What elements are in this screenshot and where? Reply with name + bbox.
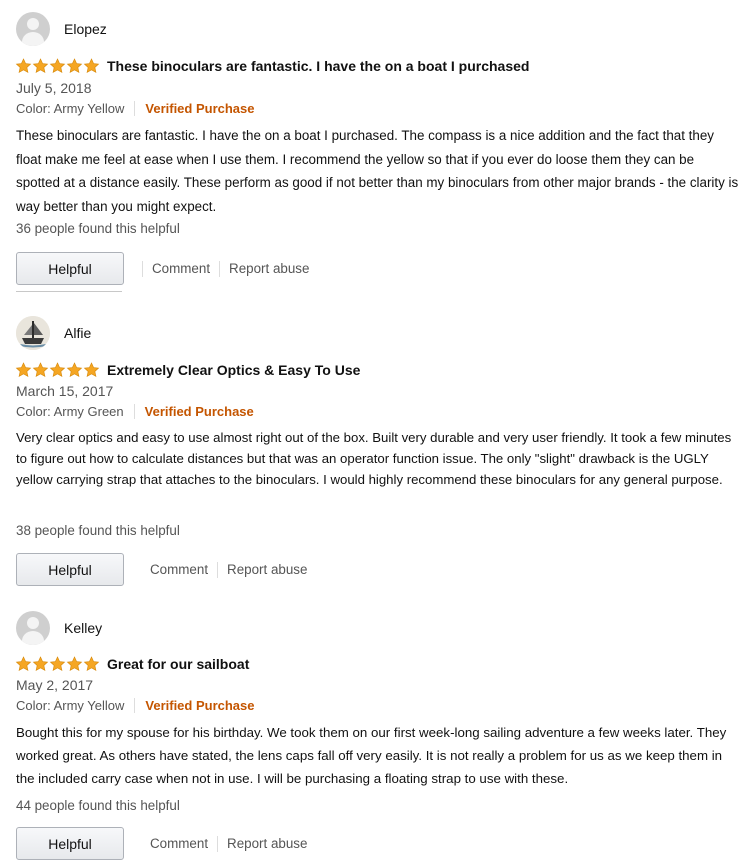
star-rating[interactable]	[15, 656, 100, 672]
review-body: Very clear optics and easy to use almost…	[16, 430, 732, 487]
star-rating[interactable]	[15, 362, 100, 378]
star-icon	[32, 656, 49, 671]
comment-link[interactable]: Comment	[150, 836, 208, 851]
star-icon	[66, 362, 83, 377]
star-icon	[15, 58, 32, 73]
helpful-count: 36 people found this helpful	[16, 221, 180, 236]
comment-link[interactable]: Comment	[150, 562, 208, 577]
variant-link[interactable]: Color: Army Yellow	[16, 101, 124, 116]
reviewer-profile[interactable]: Alfie	[16, 316, 91, 350]
star-icon	[32, 58, 49, 73]
review-title[interactable]: Extremely Clear Optics & Easy To Use	[107, 362, 360, 378]
divider	[217, 835, 219, 852]
star-rating[interactable]	[15, 58, 100, 74]
divider	[217, 561, 219, 578]
divider	[134, 698, 136, 713]
star-icon	[66, 656, 83, 671]
review-date: March 15, 2017	[16, 383, 114, 399]
verified-purchase-badge: Verified Purchase	[145, 101, 255, 116]
star-icon	[49, 362, 66, 377]
reviewer-profile[interactable]: Kelley	[16, 611, 102, 645]
review-title[interactable]: Great for our sailboat	[107, 656, 249, 672]
helpful-button[interactable]: Helpful	[16, 827, 124, 860]
comment-link[interactable]: Comment	[152, 261, 210, 276]
helpful-count: 44 people found this helpful	[16, 798, 180, 813]
divider	[16, 291, 122, 292]
divider	[142, 260, 143, 277]
divider	[219, 260, 221, 277]
reviewer-name[interactable]: Alfie	[64, 325, 91, 341]
reviewer-profile[interactable]: Elopez	[16, 12, 107, 46]
review-date: July 5, 2018	[16, 80, 92, 96]
star-icon	[49, 58, 66, 73]
star-icon	[83, 58, 100, 73]
report-abuse-link[interactable]: Report abuse	[227, 562, 307, 577]
verified-purchase-badge: Verified Purchase	[144, 404, 254, 419]
star-icon	[83, 656, 100, 671]
report-abuse-link[interactable]: Report abuse	[229, 261, 309, 276]
star-icon	[66, 58, 83, 73]
review-title[interactable]: These binoculars are fantastic. I have t…	[107, 58, 529, 74]
star-icon	[49, 656, 66, 671]
reviewer-name[interactable]: Elopez	[64, 21, 107, 37]
divider	[133, 404, 135, 419]
report-abuse-link[interactable]: Report abuse	[227, 836, 307, 851]
star-icon	[32, 362, 49, 377]
variant-link[interactable]: Color: Army Green	[16, 404, 124, 419]
variant-link[interactable]: Color: Army Yellow	[16, 698, 124, 713]
default-avatar-icon	[16, 611, 50, 645]
helpful-button[interactable]: Helpful	[16, 252, 124, 285]
review-date: May 2, 2017	[16, 677, 94, 693]
verified-purchase-badge: Verified Purchase	[145, 698, 255, 713]
reviewer-name[interactable]: Kelley	[64, 620, 102, 636]
divider	[134, 101, 136, 116]
default-avatar-icon	[16, 12, 50, 46]
star-icon	[15, 656, 32, 671]
star-icon	[83, 362, 100, 377]
review-body: Bought this for my spouse for his birthd…	[16, 725, 727, 786]
ship-avatar-icon	[16, 316, 50, 350]
helpful-count: 38 people found this helpful	[16, 523, 180, 538]
review-body: These binoculars are fantastic. I have t…	[16, 128, 739, 214]
helpful-button[interactable]: Helpful	[16, 553, 124, 586]
star-icon	[15, 362, 32, 377]
